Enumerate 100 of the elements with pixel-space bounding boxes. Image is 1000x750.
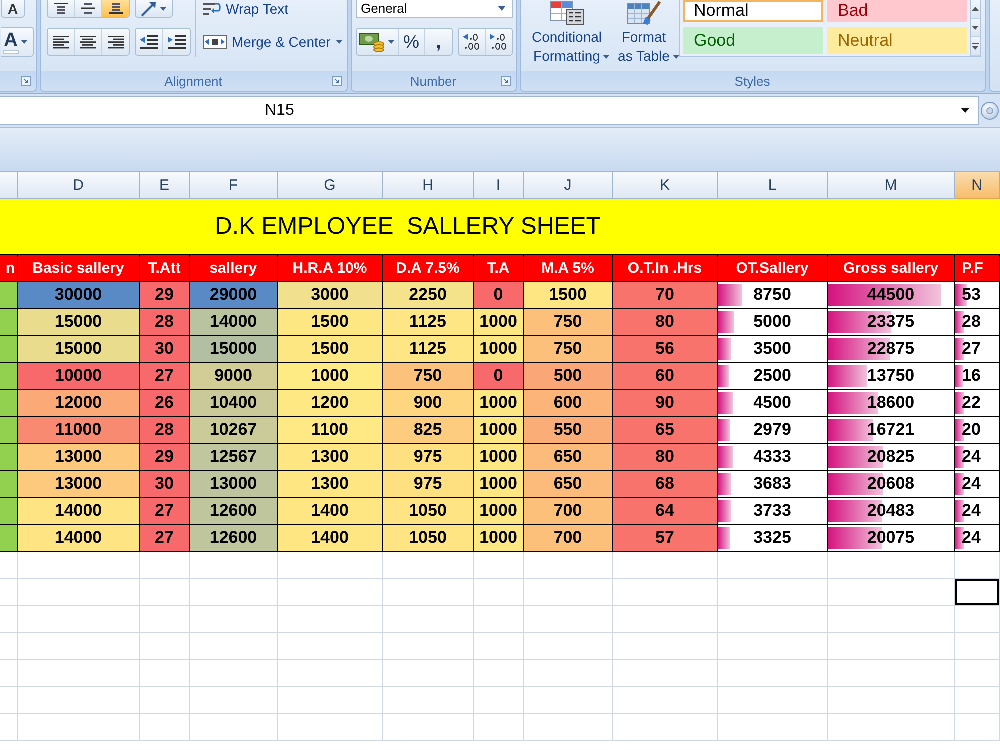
empty-cell[interactable]: [190, 579, 278, 606]
empty-cell[interactable]: [955, 660, 1000, 687]
dialog-launcher-icon[interactable]: [21, 76, 31, 86]
empty-cell[interactable]: [18, 687, 140, 714]
column-header[interactable]: [0, 172, 18, 199]
column-header[interactable]: E: [140, 172, 190, 199]
gallery-down-button[interactable]: [971, 18, 980, 38]
empty-cell[interactable]: [140, 633, 190, 660]
empty-cell[interactable]: [613, 579, 718, 606]
empty-cell[interactable]: [140, 579, 190, 606]
empty-cell[interactable]: [278, 552, 383, 579]
circle-grip-icon[interactable]: [981, 102, 999, 120]
empty-cell[interactable]: [828, 633, 955, 660]
empty-cell[interactable]: [828, 687, 955, 714]
empty-cell[interactable]: [383, 660, 474, 687]
empty-cell[interactable]: [140, 552, 190, 579]
empty-cell[interactable]: [524, 552, 613, 579]
empty-cell[interactable]: [190, 606, 278, 633]
empty-cell[interactable]: [828, 714, 955, 741]
percent-style-button[interactable]: %: [398, 29, 426, 55]
empty-cell[interactable]: [613, 633, 718, 660]
empty-cell[interactable]: [383, 552, 474, 579]
column-header[interactable]: M: [828, 172, 955, 199]
empty-cell[interactable]: [383, 687, 474, 714]
empty-cell[interactable]: [140, 606, 190, 633]
empty-cell[interactable]: [474, 660, 524, 687]
gallery-more-button[interactable]: [971, 37, 980, 56]
empty-cell[interactable]: [955, 552, 1000, 579]
empty-cell[interactable]: [474, 687, 524, 714]
empty-cell[interactable]: [18, 714, 140, 741]
empty-cell[interactable]: [828, 660, 955, 687]
empty-cell[interactable]: [0, 714, 18, 741]
column-header[interactable]: F: [190, 172, 278, 199]
column-header[interactable]: L: [718, 172, 828, 199]
empty-cell[interactable]: [955, 606, 1000, 633]
empty-cell[interactable]: [18, 660, 140, 687]
empty-cell[interactable]: [474, 579, 524, 606]
empty-cell[interactable]: [524, 687, 613, 714]
empty-cell[interactable]: [955, 579, 1000, 606]
column-header[interactable]: J: [524, 172, 613, 199]
column-header[interactable]: I: [474, 172, 524, 199]
empty-cell[interactable]: [190, 687, 278, 714]
empty-cell[interactable]: [955, 687, 1000, 714]
empty-cell[interactable]: [828, 552, 955, 579]
empty-cell[interactable]: [474, 633, 524, 660]
empty-cell[interactable]: [474, 714, 524, 741]
align-bottom-button[interactable]: [102, 0, 129, 17]
empty-cell[interactable]: [613, 660, 718, 687]
format-as-table-button[interactable]: Format as Table: [611, 0, 677, 68]
empty-cell[interactable]: [0, 660, 18, 687]
empty-cell[interactable]: [383, 606, 474, 633]
column-header[interactable]: D: [18, 172, 140, 199]
empty-cell[interactable]: [278, 714, 383, 741]
empty-cell[interactable]: [955, 714, 1000, 741]
currency-button[interactable]: [357, 29, 399, 55]
empty-cell[interactable]: [718, 714, 828, 741]
column-header[interactable]: H: [383, 172, 474, 199]
empty-cell[interactable]: [718, 552, 828, 579]
empty-cell[interactable]: [140, 687, 190, 714]
comma-style-button[interactable]: ,: [425, 29, 452, 55]
empty-cell[interactable]: [474, 606, 524, 633]
name-box[interactable]: N15: [0, 96, 979, 125]
empty-cell[interactable]: [828, 606, 955, 633]
empty-cell[interactable]: [140, 714, 190, 741]
empty-cell[interactable]: [613, 714, 718, 741]
empty-cell[interactable]: [18, 633, 140, 660]
empty-cell[interactable]: [278, 633, 383, 660]
empty-cell[interactable]: [278, 579, 383, 606]
number-format-dropdown[interactable]: General: [356, 0, 513, 18]
empty-cell[interactable]: [140, 660, 190, 687]
empty-cell[interactable]: [278, 687, 383, 714]
empty-cell[interactable]: [474, 552, 524, 579]
font-color-button[interactable]: A: [1, 27, 34, 57]
empty-cell[interactable]: [383, 579, 474, 606]
empty-cell[interactable]: [278, 660, 383, 687]
empty-cell[interactable]: [718, 660, 828, 687]
column-header[interactable]: G: [278, 172, 383, 199]
empty-cell[interactable]: [718, 606, 828, 633]
empty-cell[interactable]: [613, 606, 718, 633]
grow-font-button[interactable]: A: [1, 0, 25, 18]
empty-cell[interactable]: [718, 633, 828, 660]
empty-cell[interactable]: [383, 714, 474, 741]
empty-cell[interactable]: [18, 579, 140, 606]
empty-cell[interactable]: [718, 579, 828, 606]
empty-cell[interactable]: [190, 552, 278, 579]
merge-center-button[interactable]: Merge & Center: [200, 28, 346, 56]
empty-cell[interactable]: [0, 687, 18, 714]
empty-cell[interactable]: [524, 714, 613, 741]
empty-cell[interactable]: [718, 687, 828, 714]
conditional-formatting-button[interactable]: Conditional Formatting: [523, 0, 611, 68]
empty-cell[interactable]: [955, 633, 1000, 660]
dialog-launcher-icon[interactable]: [332, 76, 342, 86]
empty-cell[interactable]: [383, 633, 474, 660]
empty-cell[interactable]: [524, 579, 613, 606]
empty-cell[interactable]: [524, 606, 613, 633]
column-header[interactable]: K: [613, 172, 718, 199]
cell-style-option[interactable]: Good: [683, 27, 823, 54]
empty-cell[interactable]: [0, 606, 18, 633]
cell-style-option[interactable]: Normal: [683, 0, 823, 22]
empty-cell[interactable]: [828, 579, 955, 606]
